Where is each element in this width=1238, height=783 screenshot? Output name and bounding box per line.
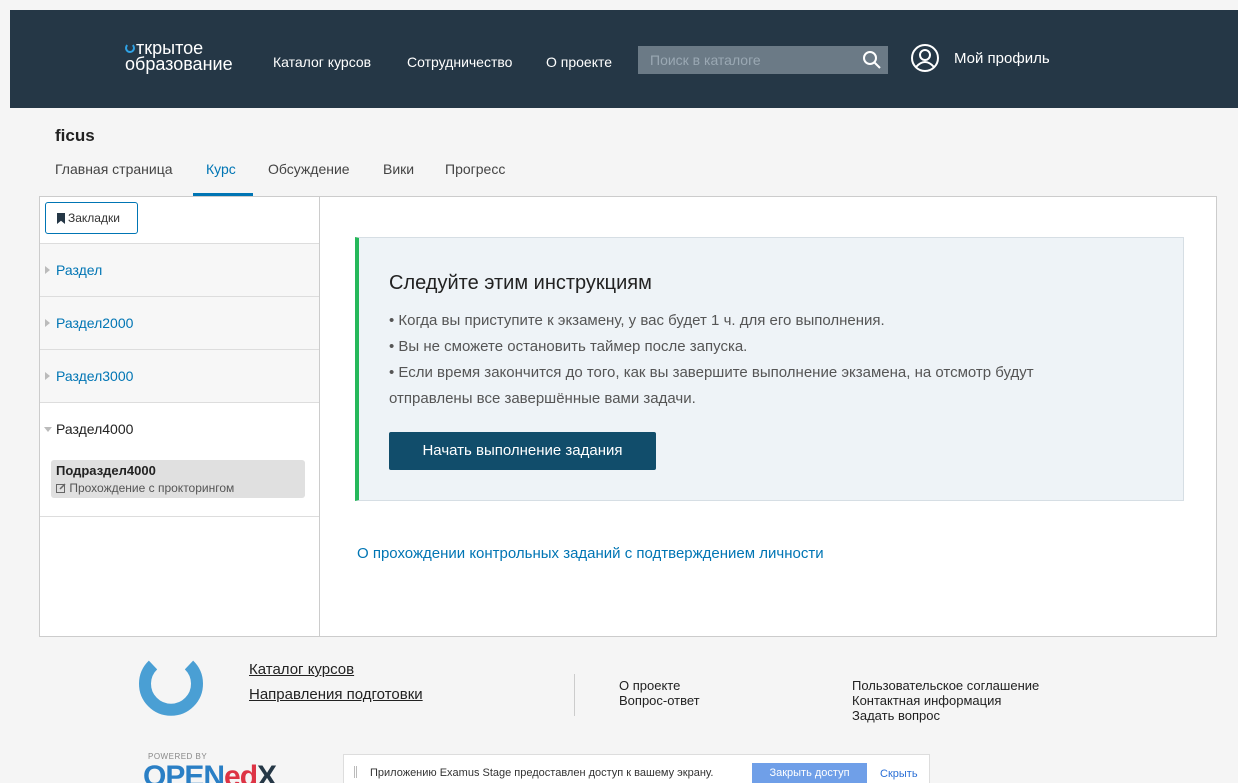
section-label: Раздел3000 — [56, 368, 134, 384]
instruction-line: • Если время закончится до того, как вы … — [389, 364, 1034, 381]
search-placeholder: Поиск в каталоге — [650, 52, 761, 68]
chevron-right-icon — [45, 319, 50, 327]
site-logo[interactable]: ткрытое образование — [125, 39, 233, 74]
logo-line2: образование — [125, 54, 233, 74]
section-label: Раздел2000 — [56, 315, 134, 331]
footer-catalog-link[interactable]: Каталог курсов — [249, 661, 354, 678]
tab-course[interactable]: Курс — [206, 161, 236, 177]
search-icon[interactable] — [862, 50, 882, 70]
screen-share-bar: Приложению Examus Stage предоставлен дос… — [343, 754, 930, 783]
stop-sharing-button[interactable]: Закрыть доступ — [752, 763, 867, 783]
course-title: ficus — [55, 126, 95, 145]
footer-ask-link[interactable]: Задать вопрос — [852, 708, 940, 723]
stop-sharing-label: Закрыть доступ — [769, 767, 850, 779]
footer-about-link[interactable]: О проекте — [619, 678, 680, 693]
course-content: Следуйте этим инструкциям • Когда вы при… — [321, 197, 1216, 636]
my-profile-link[interactable]: Мой профиль — [954, 50, 1050, 67]
sidebar-section-4[interactable]: Раздел4000 Подраздел4000 Прохождение с п… — [40, 402, 319, 517]
tab-home[interactable]: Главная страница — [55, 161, 173, 177]
openedx-logo[interactable]: OPENedX — [143, 760, 277, 783]
instruction-line: • Когда вы приступите к экзамену, у вас … — [389, 312, 885, 329]
tab-wiki[interactable]: Вики — [383, 161, 414, 177]
chevron-down-icon — [44, 427, 52, 432]
subsection-subtitle-text: Прохождение с прокторингом — [69, 481, 235, 495]
edit-icon — [56, 483, 66, 493]
openedx-ed: ed — [224, 760, 258, 783]
instruction-line: отправлены все завершённые вами задачи. — [389, 390, 696, 407]
footer-divider — [574, 674, 575, 716]
drag-handle-icon[interactable] — [354, 766, 357, 778]
subsection-title: Подраздел4000 — [56, 463, 156, 478]
chevron-right-icon — [45, 372, 50, 380]
site-header: ткрытое образование Каталог курсов Сотру… — [10, 10, 1238, 108]
subsection-item[interactable]: Подраздел4000 Прохождение с прокторингом — [51, 460, 305, 498]
openedx-open: OPEN — [143, 760, 225, 783]
tab-progress[interactable]: Прогресс — [445, 161, 505, 177]
openedx-x: X — [257, 760, 277, 783]
course-panel: Закладки Раздел Раздел2000 Раздел3000 Ра… — [39, 196, 1217, 637]
user-avatar-icon[interactable] — [910, 43, 940, 73]
bookmarks-button[interactable]: Закладки — [45, 202, 138, 234]
exam-instructions: Следуйте этим инструкциям • Когда вы при… — [355, 237, 1184, 501]
proctoring-info-link[interactable]: О прохождении контрольных заданий с подт… — [357, 545, 824, 562]
chevron-right-icon — [45, 266, 50, 274]
nav-about[interactable]: О проекте — [546, 54, 612, 70]
section-label: Раздел4000 — [56, 421, 134, 437]
subsection-subtitle: Прохождение с прокторингом — [56, 481, 234, 495]
section-label: Раздел — [56, 262, 103, 278]
sidebar-section-3[interactable]: Раздел3000 — [40, 349, 319, 402]
instruction-line: • Вы не сможете остановить таймер после … — [389, 338, 748, 355]
bookmarks-label: Закладки — [68, 211, 120, 225]
search-input[interactable]: Поиск в каталоге — [638, 46, 888, 74]
screen-share-message: Приложению Examus Stage предоставлен дос… — [370, 767, 714, 779]
nav-cooperation[interactable]: Сотрудничество — [407, 54, 512, 70]
sidebar-section-2[interactable]: Раздел2000 — [40, 296, 319, 349]
footer-terms-link[interactable]: Пользовательское соглашение — [852, 678, 1039, 693]
tab-discussion[interactable]: Обсуждение — [268, 161, 350, 177]
start-exam-label: Начать выполнение задания — [422, 442, 623, 459]
instructions-title: Следуйте этим инструкциям — [389, 272, 652, 294]
bookmark-icon — [57, 213, 65, 224]
hide-bar-link[interactable]: Скрыть — [880, 768, 918, 780]
logo-ring-icon — [125, 43, 135, 53]
nav-catalog[interactable]: Каталог курсов — [273, 54, 371, 70]
footer-logo-icon[interactable] — [138, 655, 204, 721]
start-exam-button[interactable]: Начать выполнение задания — [389, 432, 656, 470]
footer-contacts-link[interactable]: Контактная информация — [852, 693, 1001, 708]
footer-faq-link[interactable]: Вопрос-ответ — [619, 693, 700, 708]
sidebar-section-1[interactable]: Раздел — [40, 243, 319, 296]
footer-directions-link[interactable]: Направления подготовки — [249, 686, 423, 703]
course-navigation: Закладки Раздел Раздел2000 Раздел3000 Ра… — [40, 197, 320, 636]
